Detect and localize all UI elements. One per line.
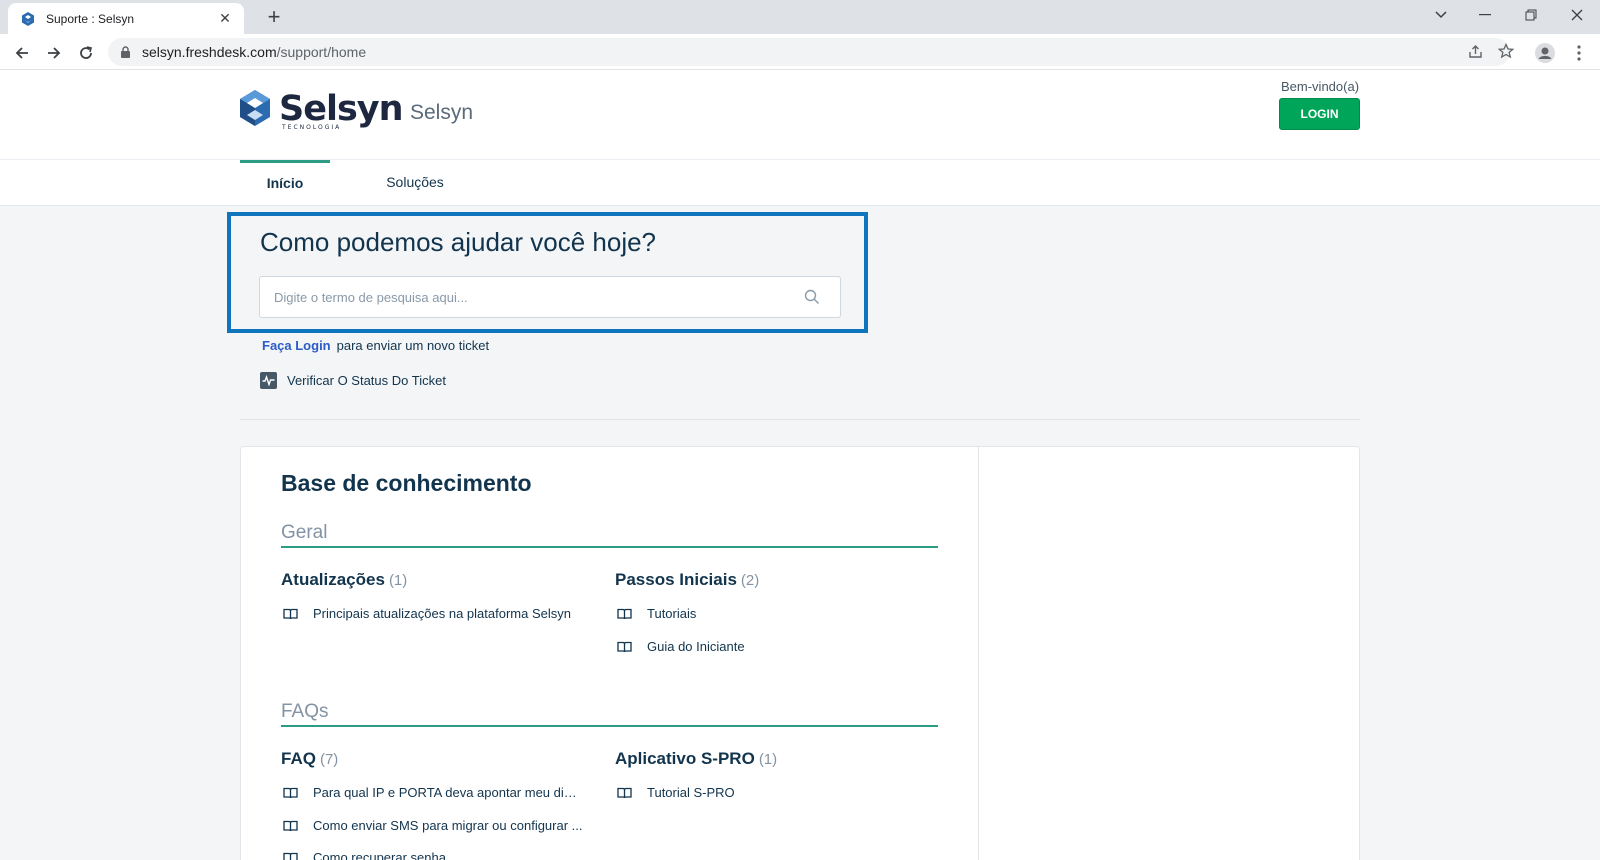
logo-text: Selsyn	[279, 89, 404, 129]
logo-wordmark: Selsyn	[279, 89, 404, 129]
section-divider	[240, 419, 1360, 420]
minimize-icon[interactable]	[1462, 0, 1508, 30]
faca-login-link[interactable]: Faça Login	[262, 338, 331, 353]
activity-pulse-icon	[260, 372, 277, 389]
article-title: Tutorial S-PRO	[647, 785, 735, 800]
portal-nav: Início Soluções	[0, 159, 1600, 206]
selsyn-logo[interactable]: Selsyn TECNOLOGIA	[239, 89, 404, 131]
tab-close-icon[interactable]: ✕	[216, 10, 234, 27]
article-link[interactable]: Guia do Iniciante	[617, 639, 745, 654]
folder-atualizacoes[interactable]: Atualizações (1)	[281, 570, 407, 590]
book-icon	[283, 607, 299, 621]
book-icon	[283, 819, 299, 833]
url-domain: selsyn.freshdesk.com	[142, 44, 277, 60]
url-path: /support/home	[276, 44, 367, 60]
kb-column-divider	[978, 446, 979, 860]
folder-name: FAQ	[281, 749, 316, 768]
browser-tab-bar: Suporte : Selsyn ✕ +	[0, 0, 1600, 34]
tab-inicio[interactable]: Início	[240, 160, 330, 206]
article-title: Guia do Iniciante	[647, 639, 745, 654]
book-icon	[617, 607, 633, 621]
article-link[interactable]: Como recuperar senha	[283, 850, 446, 860]
forward-icon[interactable]	[41, 40, 67, 66]
folder-count: (1)	[388, 572, 408, 589]
folder-aplicativo-s-pro[interactable]: Aplicativo S-PRO (1)	[615, 749, 777, 769]
login-button[interactable]: LOGIN	[1279, 98, 1360, 130]
search-heading: Como podemos ajudar você hoje?	[260, 227, 657, 257]
browser-toolbar: selsyn.freshdesk.com/support/home	[0, 34, 1600, 70]
knowledge-base-title: Base de conhecimento	[281, 470, 532, 496]
folder-name: Passos Iniciais	[615, 570, 737, 589]
selsyn-favicon-icon	[20, 11, 36, 27]
category-underline	[281, 546, 938, 548]
article-title: Tutoriais	[647, 606, 697, 621]
category-geral[interactable]: Geral	[281, 522, 327, 544]
welcome-text: Bem-vindo(a)	[1281, 79, 1360, 94]
category-faqs[interactable]: FAQs	[281, 701, 329, 723]
folder-count: (2)	[740, 572, 760, 589]
book-icon	[283, 851, 299, 860]
logo-subtext: TECNOLOGIA	[282, 124, 342, 131]
new-ticket-text: para enviar um novo ticket	[336, 338, 490, 353]
folder-name: Aplicativo S-PRO	[615, 749, 755, 768]
selsyn-logo-icon	[240, 90, 270, 126]
url-text: selsyn.freshdesk.com/support/home	[142, 44, 366, 60]
search-icon[interactable]	[804, 289, 820, 305]
tab-search-icon[interactable]	[1418, 0, 1464, 30]
tab-solucoes[interactable]: Soluções	[370, 160, 460, 206]
book-icon	[617, 640, 633, 654]
tab-title: Suporte : Selsyn	[46, 11, 135, 26]
folder-faq[interactable]: FAQ (7)	[281, 749, 338, 769]
close-window-icon[interactable]	[1554, 0, 1600, 30]
folder-count: (7)	[319, 751, 339, 768]
book-icon	[283, 786, 299, 800]
new-tab-icon[interactable]: +	[260, 4, 288, 32]
lock-icon	[120, 45, 134, 59]
article-link[interactable]: Para qual IP e PORTA deva apontar meu di…	[283, 785, 583, 800]
bookmark-star-icon[interactable]	[1495, 40, 1517, 62]
search-input[interactable]	[260, 277, 800, 317]
article-link[interactable]: Tutorial S-PRO	[617, 785, 735, 800]
new-ticket-prompt: Faça Login para enviar um novo ticket	[262, 338, 489, 353]
browser-tab[interactable]: Suporte : Selsyn ✕	[8, 3, 244, 34]
share-icon[interactable]	[1464, 40, 1486, 62]
menu-more-icon[interactable]	[1566, 40, 1592, 66]
article-link[interactable]: Tutoriais	[617, 606, 696, 621]
article-title: Como enviar SMS para migrar ou configura…	[313, 818, 583, 833]
restore-icon[interactable]	[1508, 0, 1554, 30]
category-underline	[281, 725, 938, 727]
address-bar[interactable]: selsyn.freshdesk.com/support/home	[108, 38, 1514, 66]
back-icon[interactable]	[9, 40, 35, 66]
reload-icon[interactable]	[73, 40, 99, 66]
folder-count: (1)	[758, 751, 778, 768]
article-title: Como recuperar senha	[313, 850, 446, 860]
profile-avatar-icon[interactable]	[1532, 40, 1558, 66]
article-title: Para qual IP e PORTA deva apontar meu di…	[313, 785, 583, 800]
article-link[interactable]: Como enviar SMS para migrar ou configura…	[283, 818, 583, 833]
article-link[interactable]: Principais atualizações na plataforma Se…	[283, 606, 571, 621]
search-box	[259, 276, 841, 318]
article-title: Principais atualizações na plataforma Se…	[313, 606, 571, 621]
portal-brand-name: Selsyn	[410, 101, 474, 124]
folder-name: Atualizações	[281, 570, 385, 589]
check-ticket-status-link[interactable]: Verificar O Status Do Ticket	[260, 372, 446, 389]
check-ticket-status-label: Verificar O Status Do Ticket	[287, 373, 446, 388]
book-icon	[617, 786, 633, 800]
folder-passos-iniciais[interactable]: Passos Iniciais (2)	[615, 570, 759, 590]
